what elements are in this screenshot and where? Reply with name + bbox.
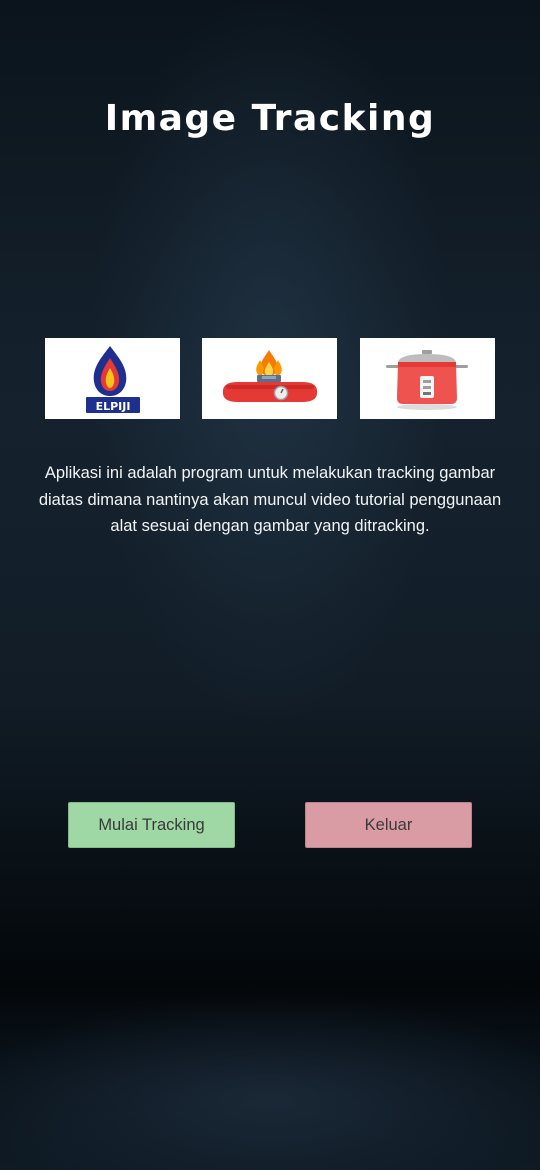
gas-stove-image — [202, 338, 337, 419]
screen: Image Tracking ELPIJI Aplikasi ini adala… — [0, 0, 540, 1170]
start-tracking-button[interactable]: Mulai Tracking — [68, 802, 235, 848]
gas-stove-icon — [223, 350, 317, 402]
elpiji-logo-icon: ELPIJI — [86, 346, 140, 413]
elpiji-logo-image: ELPIJI — [45, 338, 180, 419]
elpiji-logo-text: ELPIJI — [96, 400, 131, 413]
page-title: Image Tracking — [104, 98, 436, 139]
rice-cooker-icon — [386, 350, 468, 410]
exit-button[interactable]: Keluar — [305, 802, 472, 848]
description-text: Aplikasi ini adalah program untuk melaku… — [38, 464, 502, 535]
rice-cooker-image — [360, 338, 495, 419]
